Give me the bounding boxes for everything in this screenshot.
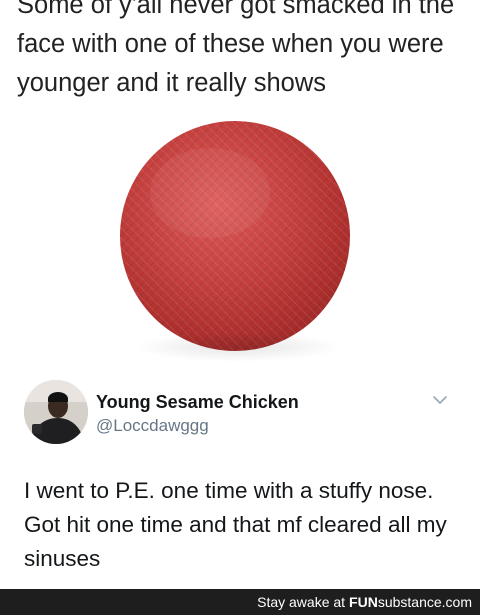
watermark-site-rest: substance.com — [377, 594, 472, 610]
tweet-header: Young Sesame Chicken @Loccdawggg — [24, 380, 464, 446]
watermark-site-bold: FUN — [349, 594, 378, 610]
meme-image: Some of y'all never got smacked in the f… — [0, 0, 480, 615]
playground-ball-image — [115, 118, 355, 362]
meme-caption: Some of y'all never got smacked in the f… — [17, 0, 455, 97]
red-ball-icon — [120, 121, 350, 351]
display-name[interactable]: Young Sesame Chicken — [96, 392, 299, 413]
watermark-bar: Stay awake at FUN substance.com — [0, 589, 480, 615]
tweet-menu-chevron — [433, 396, 447, 404]
user-photo-icon — [24, 380, 88, 444]
watermark-prefix: Stay awake at — [257, 594, 346, 610]
ball-shadow — [133, 332, 343, 362]
chevron-down-icon[interactable] — [430, 390, 450, 410]
avatar[interactable] — [24, 380, 88, 444]
user-handle[interactable]: @Loccdawggg — [96, 416, 209, 436]
tweet-body: I went to P.E. one time with a stuffy no… — [24, 478, 447, 571]
